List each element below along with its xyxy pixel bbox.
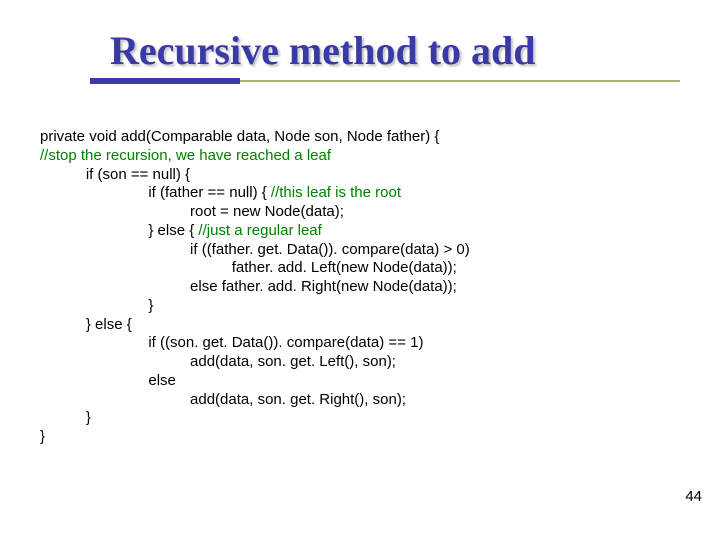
code-line: }	[40, 297, 153, 314]
code-comment: //stop the recursion, we have reached a …	[40, 147, 331, 164]
code-line: add(data, son. get. Left(), son);	[40, 353, 396, 370]
page-number: 44	[685, 488, 702, 505]
code-line: add(data, son. get. Right(), son);	[40, 391, 406, 408]
code-line: } else {	[40, 222, 198, 239]
code-line: else father. add. Right(new Node(data));	[40, 278, 457, 295]
code-block: private void add(Comparable data, Node s…	[40, 128, 680, 447]
code-line: }	[40, 428, 45, 445]
code-line: else	[40, 372, 176, 389]
underline-short	[90, 78, 240, 84]
code-line: } else {	[40, 316, 132, 333]
code-comment: //this leaf is the root	[271, 184, 401, 201]
code-line: root = new Node(data);	[40, 203, 344, 220]
code-line: if ((father. get. Data()). compare(data)…	[40, 241, 470, 258]
code-line: }	[40, 409, 91, 426]
code-line: if (son == null) {	[40, 166, 190, 183]
code-line: father. add. Left(new Node(data));	[40, 259, 457, 276]
title-underline	[90, 78, 680, 84]
code-line: if (father == null) {	[40, 184, 271, 201]
slide-title: Recursive method to add	[110, 30, 670, 72]
slide: Recursive method to add private void add…	[0, 0, 720, 540]
code-line: if ((son. get. Data()). compare(data) ==…	[40, 334, 423, 351]
title-block: Recursive method to add	[50, 30, 670, 84]
code-comment: //just a regular leaf	[198, 222, 321, 239]
code-line: private void add(Comparable data, Node s…	[40, 128, 439, 145]
